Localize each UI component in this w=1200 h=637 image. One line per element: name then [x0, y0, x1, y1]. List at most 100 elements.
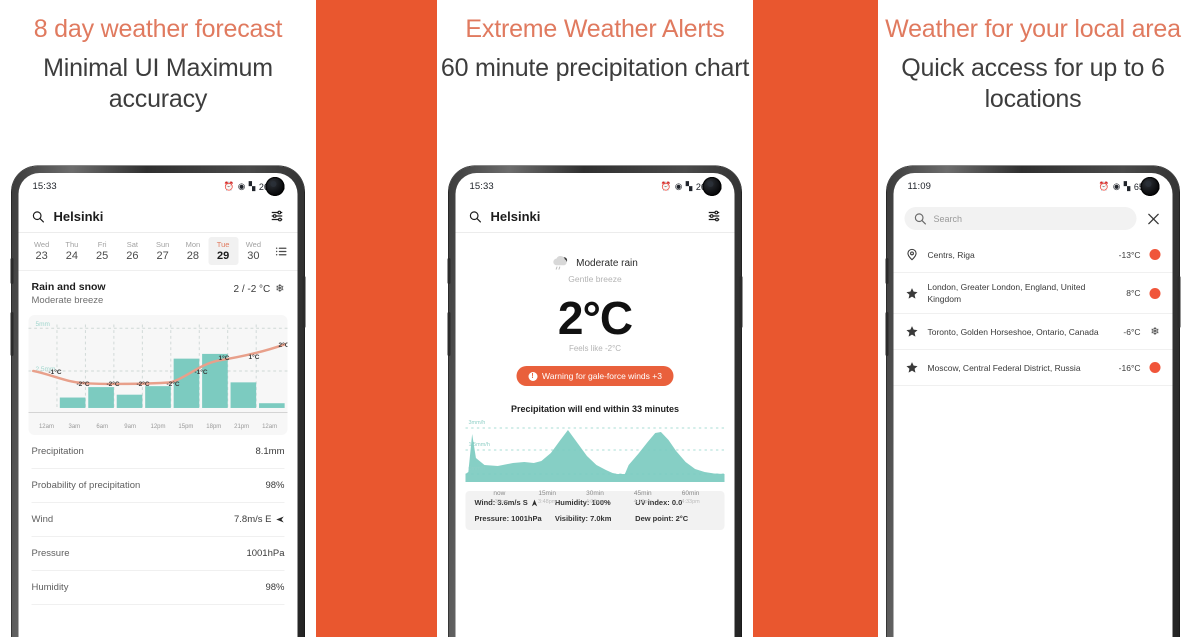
list-view-icon[interactable]	[275, 245, 288, 258]
promo-panel-locations: Weather for your local area Quick access…	[878, 0, 1188, 637]
day-number: 30	[247, 250, 260, 262]
detail-key: Wind	[31, 514, 54, 525]
chart-xtick: 12am	[38, 424, 54, 430]
precip-xtick: 60min 4:33pm	[667, 489, 715, 506]
metric-label: Pressure: 1001hPa	[474, 514, 542, 523]
precip-ylabel-bottom: 0mm/h	[468, 466, 486, 472]
wifi-icon: ◉	[674, 181, 683, 191]
day-chip[interactable]: Wed 23	[27, 237, 57, 265]
day-name: Fri	[97, 240, 107, 249]
day-summary-temps: 2 / -2 °C ❄	[233, 280, 284, 296]
current-city-label[interactable]: Helsinki	[54, 209, 104, 224]
settings-sliders-icon[interactable]	[270, 209, 285, 223]
day-chip[interactable]: Fri 25	[87, 237, 117, 265]
detail-value: 8.1mm	[255, 446, 285, 457]
location-list: Centrs, Riga -13°C London, Greater Londo…	[893, 237, 1173, 386]
wifi-icon: ◉	[1112, 181, 1121, 191]
detail-row: Probability of precipitation 98%	[31, 469, 285, 503]
location-name: Toronto, Golden Horseshoe, Ontario, Cana…	[927, 326, 1099, 337]
status-time: 11:09	[907, 181, 932, 192]
day-selector[interactable]: Wed 23 Thu 24 Fri 25 Sat 26 Sun 27 Mon 28 Tue 2…	[18, 233, 298, 271]
list-item[interactable]: Moscow, Central Federal District, Russia…	[893, 350, 1173, 386]
phone-button-volume-up	[447, 258, 451, 284]
phone-mockup-alerts: 15:33 ⏰ ◉ ▚ 26% ■ Helsinki	[447, 166, 743, 637]
wind-label: Gentle breeze	[568, 274, 622, 284]
list-item[interactable]: Toronto, Golden Horseshoe, Ontario, Cana…	[893, 314, 1173, 350]
metric-label: Dew point: 2°C	[635, 514, 689, 523]
search-header[interactable]: Helsinki	[455, 200, 735, 233]
metric-cell: Dew point: 2°C	[635, 514, 715, 523]
precip-xtick-minute: now	[493, 490, 506, 497]
alarm-icon: ⏰	[223, 181, 235, 191]
condition-label: Rain and snow	[31, 281, 106, 293]
day-number: 23	[35, 250, 48, 262]
precipitation-chart-title: Precipitation will end within 33 minutes	[510, 404, 680, 414]
chart-xtick: 12am	[262, 424, 278, 430]
current-conditions: Moderate rain Gentle breeze 2°C Feels li…	[456, 233, 735, 386]
settings-sliders-icon[interactable]	[707, 209, 722, 223]
headline-accent: Weather for your local area	[885, 15, 1181, 43]
detail-key: Probability of precipitation	[31, 480, 141, 491]
phone-screen: 15:33 ⏰ ◉ ▚ 26% ■ Helsinki Wed23 Thu24 F…	[18, 173, 298, 637]
detail-row: Pressure 1001hPa	[31, 537, 285, 571]
list-item[interactable]: London, Greater London, England, United …	[893, 273, 1173, 314]
panel-divider	[316, 0, 437, 637]
phone-button-volume-up	[10, 258, 14, 284]
day-chip-selected[interactable]: Tue 29	[208, 237, 239, 265]
day-number: 24	[65, 250, 78, 262]
precip-xtick: 30min 4:03pm	[571, 489, 619, 506]
star-icon	[906, 362, 918, 373]
day-chip[interactable]: Thu 24	[57, 237, 87, 265]
day-chip[interactable]: Wed 30	[238, 237, 268, 265]
precip-xtick-time: 3:48pm	[538, 499, 557, 505]
weather-warning-badge[interactable]: ! Warning for gale-force winds +3	[516, 366, 674, 386]
day-summary: Rain and snow Moderate breeze 2 / -2 °C …	[19, 271, 298, 311]
chart-xtick: 12pm	[150, 424, 166, 430]
headline-alerts: Extreme Weather Alerts 60 minute precipi…	[437, 0, 753, 84]
current-city-label[interactable]: Helsinki	[491, 209, 541, 224]
day-chip[interactable]: Mon 28	[178, 237, 208, 265]
day-summary-text: Rain and snow Moderate breeze	[32, 280, 106, 307]
phone-button-volume-down	[885, 312, 889, 356]
status-dot	[1149, 287, 1161, 299]
precip-plot-area	[465, 427, 725, 482]
chart-xtick: 3am	[68, 424, 81, 430]
camera-punch-hole	[265, 177, 285, 196]
detail-value-wrap: 7.8m/s E	[234, 514, 285, 525]
list-item[interactable]: Centrs, Riga -13°C	[893, 237, 1173, 273]
location-temp: -16°C	[1118, 362, 1141, 373]
day-chip[interactable]: Sat 26	[117, 237, 147, 265]
location-temp: 8°C	[1126, 288, 1141, 298]
alarm-icon: ⏰	[660, 181, 672, 191]
search-header[interactable]: Helsinki	[18, 200, 298, 233]
location-search-row[interactable]: Search	[894, 200, 1173, 237]
phone-mockup-forecast: 15:33 ⏰ ◉ ▚ 26% ■ Helsinki Wed23 Thu24 F…	[10, 166, 306, 637]
cloud-rain-icon	[552, 256, 567, 270]
detail-value: 1001hPa	[246, 548, 285, 559]
current-condition-row: Moderate rain	[456, 255, 735, 271]
status-dot	[1149, 249, 1161, 260]
detail-row: Humidity 98%	[31, 571, 285, 605]
search-placeholder: Search	[933, 213, 963, 224]
location-pin-icon	[907, 248, 917, 261]
precip-xtick-time: 4:18pm	[633, 499, 652, 505]
alert-icon: !	[528, 371, 538, 381]
condition-label: Moderate rain	[576, 257, 638, 269]
search-icon[interactable]	[469, 210, 482, 223]
detail-key: Precipitation	[31, 446, 84, 457]
chart-xtick: 18pm	[206, 424, 222, 430]
phone-button-power	[739, 276, 743, 328]
day-name: Sun	[155, 240, 170, 249]
precip-area-series	[465, 430, 725, 482]
detail-row: Precipitation 8.1mm	[31, 435, 285, 469]
search-input[interactable]: Search	[904, 207, 1137, 230]
status-time: 15:33	[469, 181, 494, 192]
close-icon[interactable]	[1146, 211, 1162, 227]
phone-button-volume-down	[447, 312, 451, 356]
detail-value: 7.8m/s E	[234, 514, 272, 525]
metric-cell: Visibility: 7.0km	[555, 514, 635, 523]
status-bar: 11:09 ⏰ ◉ ▚ 65% ■	[894, 173, 1173, 200]
day-chip[interactable]: Sun 27	[148, 237, 178, 265]
location-name: Centrs, Riga	[927, 249, 975, 260]
search-icon[interactable]	[32, 210, 45, 223]
